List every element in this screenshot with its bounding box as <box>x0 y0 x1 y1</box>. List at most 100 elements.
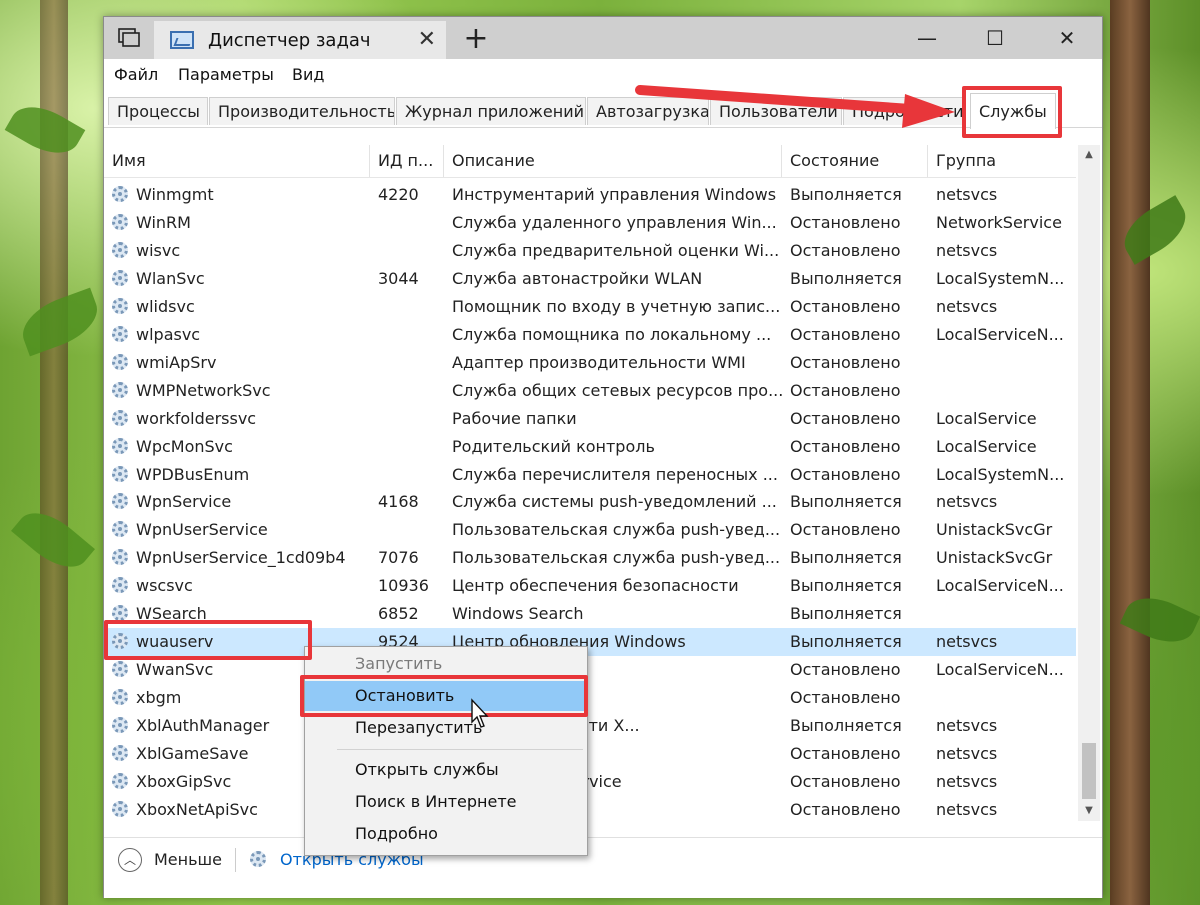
close-button[interactable]: ✕ <box>1042 17 1092 59</box>
table-row[interactable]: workfolderssvc Рабочие папки Остановлено Lo… <box>104 405 1076 433</box>
column-status[interactable]: Состояние <box>782 145 928 177</box>
tab-close-icon[interactable]: ✕ <box>418 27 436 52</box>
menu-view[interactable]: Вид <box>292 65 324 84</box>
table-row[interactable]: WpnUserService_1cd09b4 7076 Пользовательск… <box>104 544 1076 572</box>
tab-details[interactable]: Подробности <box>843 97 963 125</box>
scroll-thumb[interactable] <box>1082 743 1096 799</box>
cell-state: Остановлено <box>790 352 901 372</box>
cell-desc: Пользовательская служба push-увед... <box>452 520 781 540</box>
app-tab[interactable]: Диспетчер задач ✕ <box>154 21 446 59</box>
table-row[interactable]: XboxGipSvcManagement ServiceОстановленоn… <box>104 768 1076 796</box>
service-gear-icon <box>112 325 128 342</box>
scroll-down-icon[interactable]: ▼ <box>1078 801 1100 821</box>
table-row[interactable]: wlpasvc Служба помощника по локальному ..… <box>104 321 1076 349</box>
cell-state: Остановлено <box>790 212 901 232</box>
cell-desc: Windows Search <box>452 604 584 624</box>
fewer-details-link[interactable]: Меньше <box>154 850 222 869</box>
service-gear-icon <box>112 800 128 817</box>
cell-group <box>928 600 1076 628</box>
cell-group: netsvcs <box>936 716 998 736</box>
cell-pid <box>370 461 444 489</box>
menu-options[interactable]: Параметры <box>178 65 274 84</box>
cell-desc: Рабочие папки <box>452 408 577 428</box>
task-view-button[interactable] <box>104 17 154 59</box>
cell-pid <box>370 516 444 544</box>
maximize-button[interactable]: ☐ <box>970 17 1020 59</box>
cell-group: LocalServiceN... <box>936 660 1064 680</box>
table-row[interactable]: WlanSvc 3044 Служба автонастройки WLAN Выпо… <box>104 265 1076 293</box>
tab-performance[interactable]: Производительность <box>209 97 395 125</box>
cell-desc: Служба перечислителя переносных ... <box>452 464 778 484</box>
service-gear-icon <box>112 772 128 789</box>
cell-pid: 3044 <box>378 268 419 288</box>
service-name: WlanSvc <box>136 268 205 288</box>
cell-name: Winmgmt <box>104 181 370 209</box>
cell-group: netsvcs <box>936 492 998 512</box>
table-row[interactable]: wscsvc 10936 Центр обеспечения безопасност… <box>104 572 1076 600</box>
cell-pid <box>370 293 444 321</box>
menu-item-open-services[interactable]: Открыть службы <box>305 755 587 785</box>
cell-desc: Служба помощника по локальному ... <box>452 324 772 344</box>
cell-group <box>928 349 1076 377</box>
scroll-up-icon[interactable]: ▲ <box>1078 145 1100 165</box>
table-row[interactable]: Winmgmt 4220 Инструментарий управления Win… <box>104 181 1076 209</box>
menu-separator <box>337 749 583 750</box>
service-name: Winmgmt <box>136 185 214 204</box>
table-row[interactable]: wmiApSrv Адаптер производительности WMI Ос… <box>104 349 1076 377</box>
column-name[interactable]: Имя <box>104 145 370 177</box>
cell-pid <box>370 433 444 461</box>
table-row[interactable]: xbgmtoringОстановлено <box>104 684 1076 712</box>
table-row[interactable]: WpnUserService Пользовательская служба pu… <box>104 516 1076 544</box>
service-gear-icon <box>112 437 128 454</box>
services-gear-icon[interactable] <box>250 850 274 869</box>
menu-item-search-online[interactable]: Поиск в Интернете <box>305 787 587 817</box>
service-name: WpcMonSvc <box>136 436 233 456</box>
vertical-scrollbar[interactable]: ▲ ▼ <box>1078 145 1100 821</box>
table-row[interactable]: WPDBusEnum Служба перечислителя переносны… <box>104 461 1076 489</box>
menu-item-restart[interactable]: Перезапустить <box>305 713 587 743</box>
table-row[interactable]: WwanSvcWWANОстановленоLocalServiceN... <box>104 656 1076 684</box>
column-description[interactable]: Описание <box>444 145 782 177</box>
cell-state: Остановлено <box>790 408 901 428</box>
cell-group: LocalServiceN... <box>936 576 1064 596</box>
cell-name: workfolderssvc <box>104 405 370 433</box>
cell-group: netsvcs <box>936 799 998 819</box>
table-row[interactable]: WinRM Служба удаленного управления Win...… <box>104 209 1076 237</box>
column-pid[interactable]: ИД п... <box>370 145 444 177</box>
service-name: XblAuthManager <box>136 716 270 736</box>
table-row[interactable]: wlidsvc Помощник по входу в учетную запис… <box>104 293 1076 321</box>
chevron-up-icon[interactable]: ︿ <box>118 848 142 872</box>
tab-startup[interactable]: Автозагрузка <box>587 97 709 125</box>
service-name: wlidsvc <box>136 296 195 316</box>
footer-divider <box>235 848 236 872</box>
services-table: ^ Имя ИД п... Описание Состояние Группа … <box>104 145 1102 821</box>
service-name: XblGameSave <box>136 744 249 763</box>
cell-name: wmiApSrv <box>104 349 370 377</box>
cell-desc: Служба системы push-уведомлений ... <box>452 492 777 512</box>
minimize-button[interactable]: — <box>902 17 952 59</box>
cell-name: WpnUserService_1cd09b4 <box>104 544 370 572</box>
cell-desc: Пользовательская служба push-увед... <box>452 548 781 568</box>
cell-desc: Инструментарий управления Windows <box>452 185 777 204</box>
menu-file[interactable]: Файл <box>114 65 158 84</box>
new-tab-button[interactable]: + <box>456 19 496 57</box>
table-row[interactable]: wisvc Служба предварительной оценки Wi...… <box>104 237 1076 265</box>
table-row[interactable]: WMPNetworkSvc Служба общих сетевых ресурс… <box>104 377 1076 405</box>
column-group[interactable]: Группа <box>928 145 1076 177</box>
tab-users[interactable]: Пользователи <box>710 97 842 125</box>
cell-state: Остановлено <box>790 688 901 708</box>
service-name: XboxGipSvc <box>136 771 232 791</box>
table-row[interactable]: XblAuthManagerерки подлинности X...Выпол… <box>104 712 1076 740</box>
cell-pid <box>370 209 444 237</box>
tab-processes[interactable]: Процессы <box>108 97 208 125</box>
service-name: wisvc <box>136 240 181 260</box>
cell-name: WPDBusEnum <box>104 461 370 489</box>
cell-pid <box>370 237 444 265</box>
table-row[interactable]: WpcMonSvc Родительский контроль Остановлен… <box>104 433 1076 461</box>
menu-item-details[interactable]: Подробно <box>305 819 587 849</box>
cell-name: WMPNetworkSvc <box>104 377 370 405</box>
table-row[interactable]: XboxNetApiSvcXbox LiveОстановленоnetsvcs <box>104 796 1076 821</box>
table-row[interactable]: XblGameSaveна Xbox LiveОстановленоnetsvc… <box>104 740 1076 768</box>
tab-app-history[interactable]: Журнал приложений <box>396 97 586 125</box>
table-row[interactable]: WpnService 4168 Служба системы push-уведом… <box>104 488 1076 516</box>
